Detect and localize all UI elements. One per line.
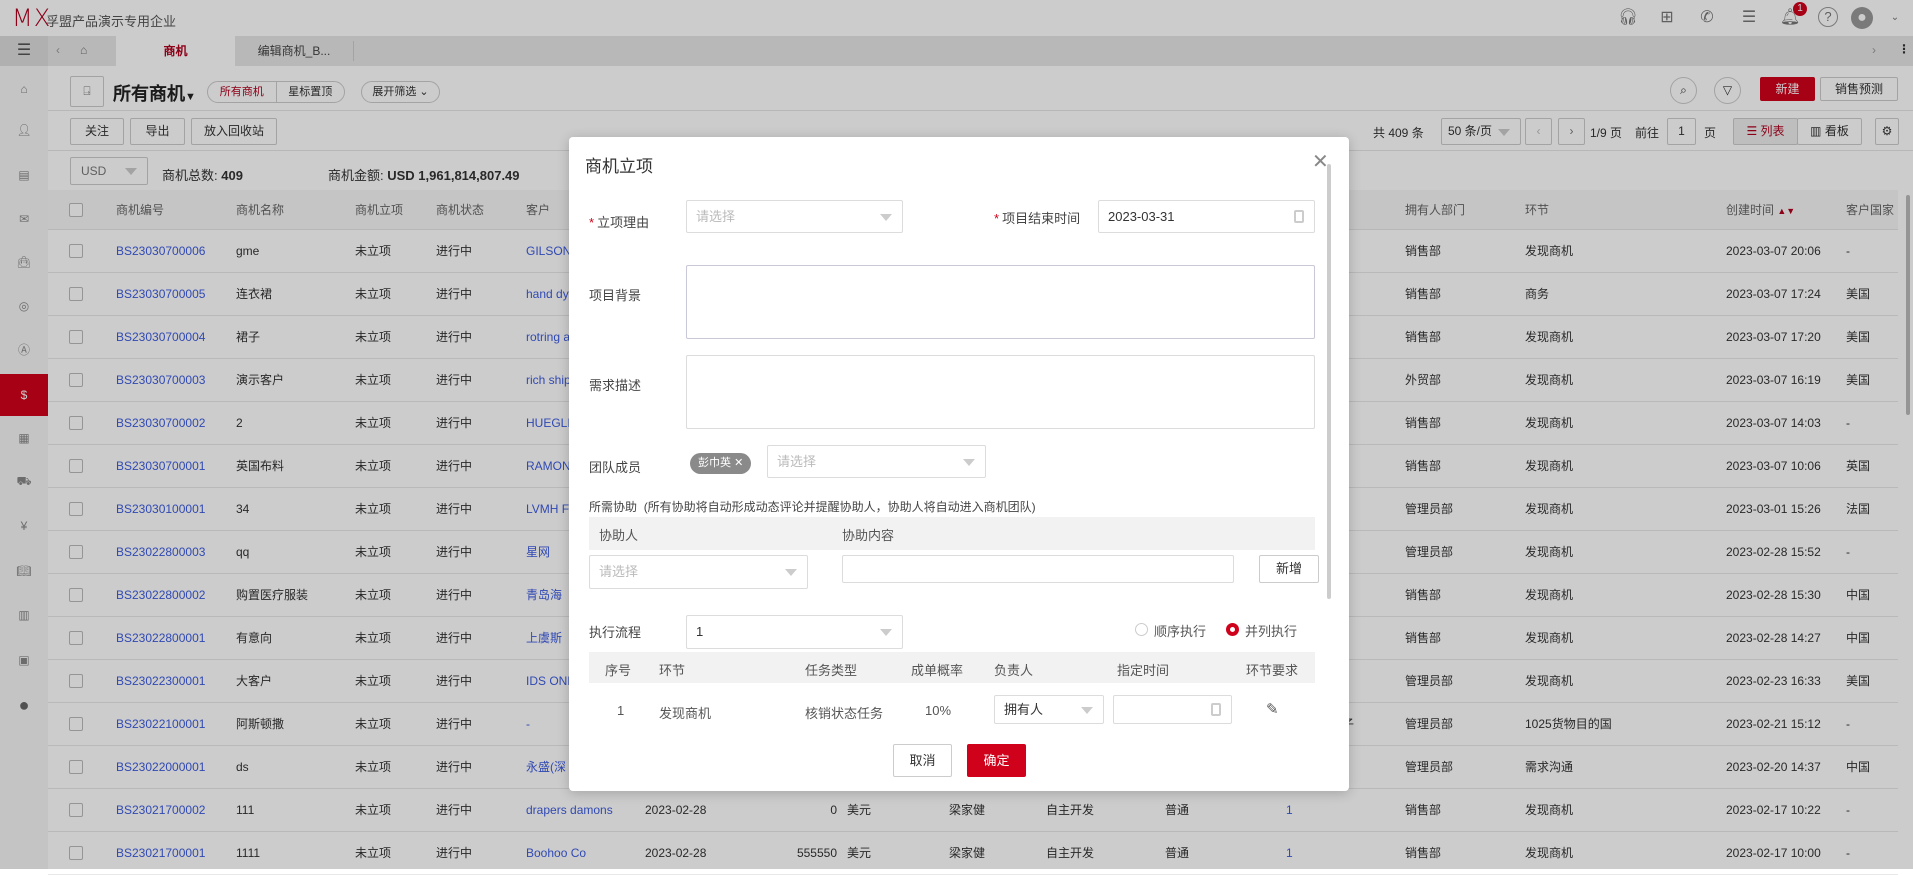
caret-down-icon [880,213,892,221]
assist-header [589,517,1315,550]
sequential-label[interactable]: 顺序执行 [1154,621,1206,640]
step-col-stage: 环节 [659,663,686,678]
dialog-body: * 立项理由 请选择 * 项目结束时间 2023-03-31 项目背景 需求描述 团… [569,157,1337,735]
step-time-input[interactable] [1113,695,1232,724]
step-owner-select[interactable]: 拥有人 [994,695,1104,724]
assist-note: (所有协助将自动形成动态评论并提醒协助人，协助人将自动进入商机团队) [643,500,1036,514]
calendar-icon [1211,702,1221,716]
end-date-label: * 项目结束时间 [994,211,1081,226]
caret-down-icon [880,629,892,636]
step-col-prob: 成单概率 [911,663,964,678]
assist-heading: 所需协助 (所有协助将自动形成动态评论并提醒协助人，协助人将自动进入商机团队) [589,498,1036,515]
assist-content-input[interactable] [842,555,1234,583]
parallel-label[interactable]: 并列执行 [1245,621,1297,640]
flow-label: 执行流程 [589,625,642,640]
step-col-no: 序号 [605,663,632,678]
remove-tag-icon[interactable]: ✕ [734,457,743,469]
team-select[interactable]: 请选择 [767,445,986,478]
assist-col-person: 协助人 [599,528,639,543]
team-label: 团队成员 [589,460,642,475]
step-col-owner: 负责人 [994,663,1034,678]
team-member-name: 彭巾英 [698,457,731,469]
background-label: 项目背景 [589,288,642,303]
confirm-button[interactable]: 确定 [967,744,1026,777]
background-textarea[interactable] [686,265,1315,339]
demand-label: 需求描述 [589,378,642,393]
assist-label: 所需协助 [589,500,638,514]
dialog-scrollbar[interactable] [1327,164,1331,599]
reason-label: * 立项理由 [589,215,650,230]
team-member-tag: 彭巾英 ✕ [690,453,752,474]
approval-dialog: 商机立项 ✕ * 立项理由 请选择 * 项目结束时间 2023-03-31 项目背景… [569,137,1349,791]
end-date-value: 2023-03-31 [1108,209,1175,224]
step-type: 核销状态任务 [805,706,884,721]
edit-requirement-icon[interactable]: ✎ [1266,700,1279,718]
step-no: 1 [617,703,625,718]
caret-down-icon [785,569,797,576]
step-stage: 发现商机 [659,706,712,721]
step-col-type: 任务类型 [805,663,858,678]
assist-placeholder: 请选择 [599,564,639,579]
demand-textarea[interactable] [686,355,1315,429]
sequential-radio[interactable] [1135,623,1148,636]
caret-down-icon [1081,706,1093,714]
flow-select[interactable]: 1 [686,615,903,649]
assist-add-button[interactable]: 新增 [1259,555,1319,583]
reason-placeholder: 请选择 [696,209,736,224]
parallel-radio[interactable] [1226,623,1239,636]
team-placeholder: 请选择 [777,454,817,469]
step-owner-value: 拥有人 [1004,702,1044,717]
cancel-button[interactable]: 取消 [893,744,952,777]
end-date-input[interactable]: 2023-03-31 [1098,200,1315,233]
assist-person-select[interactable]: 请选择 [589,555,808,589]
caret-down-icon [963,458,975,466]
flow-value: 1 [696,624,704,639]
step-col-time: 指定时间 [1117,663,1170,678]
reason-select[interactable]: 请选择 [686,200,903,233]
step-col-requirement: 环节要求 [1246,663,1299,678]
assist-col-content: 协助内容 [842,528,895,543]
calendar-icon [1294,209,1304,223]
step-prob: 10% [925,703,952,718]
